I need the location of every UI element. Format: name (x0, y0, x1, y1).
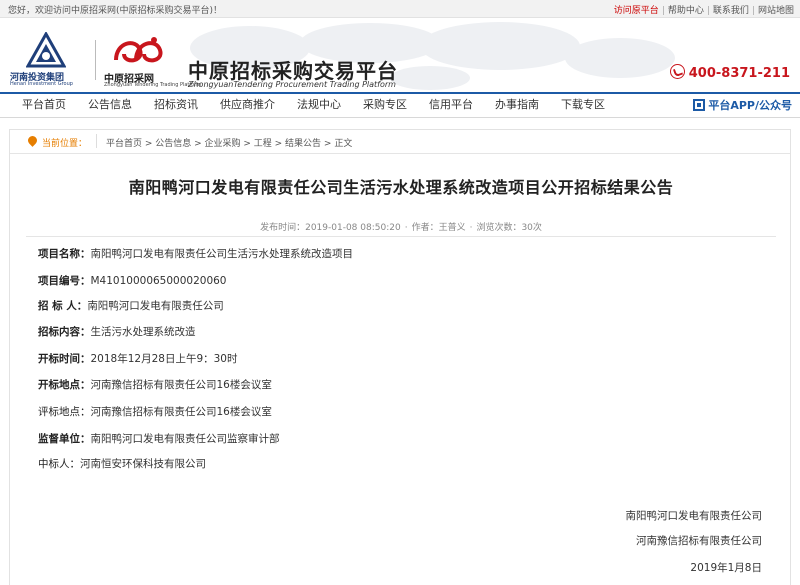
welcome-text: 您好，欢迎访问中原招采网(中原招标采购交易平台)！ (8, 6, 223, 16)
field-project-number: 项目编号：M4101000065000020060 (38, 275, 227, 287)
field-supervisor: 监督单位：南阳鸭河口发电有限责任公司监察审计部 (38, 433, 280, 445)
link-visit-original[interactable]: 访问原平台 (614, 6, 659, 16)
link-sitemap[interactable]: 网站地图 (758, 6, 794, 16)
article-container: 当前位置： 平台首页 > 公告信息 > 企业采购 > 工程 > 结果公告 > 正… (9, 129, 791, 585)
app-link[interactable]: 平台APP/公众号 (693, 97, 792, 113)
breadcrumb-path[interactable]: 平台首页 > 公告信息 > 企业采购 > 工程 > 结果公告 > 正文 (106, 136, 352, 149)
field-evaluation-location: 评标地点：河南豫信招标有限责任公司16楼会议室 (38, 406, 272, 418)
signature-agency: 河南豫信招标有限责任公司 (636, 535, 762, 547)
field-project-name: 项目名称：南阳鸭河口发电有限责任公司生活污水处理系统改造项目 (38, 248, 353, 260)
site-subtitle: ZhongyuanTendering Procurement Trading P… (188, 80, 396, 89)
nav-downloads[interactable]: 下载专区 (550, 94, 616, 117)
phone-icon (669, 64, 685, 79)
top-links: 访问原平台 | 帮助中心 | 联系我们 | 网站地图 (613, 6, 794, 16)
field-bid-opening-location: 开标地点：河南豫信招标有限责任公司16楼会议室 (38, 379, 272, 391)
breadcrumb: 当前位置： 平台首页 > 公告信息 > 企业采购 > 工程 > 结果公告 > 正… (10, 130, 790, 154)
field-tender-content: 招标内容：生活污水处理系统改造 (38, 326, 196, 338)
signature-date: 2019年1月8日 (690, 562, 762, 574)
zhongyuan-swirl-icon (114, 37, 163, 63)
article-meta: 发布时间：2019-01-08 08:50:20 · 作者：王普义 · 浏览次数：30次 (260, 223, 542, 233)
app-label: 平台APP/公众号 (708, 99, 792, 112)
nav-home[interactable]: 平台首页 (0, 94, 77, 117)
field-bid-opening-time: 开标时间：2018年12月28日上午9：30时 (38, 353, 238, 365)
henan-investment-logo[interactable]: 河南投资集团 Henan Investment Group (8, 32, 88, 90)
qr-code-icon (693, 99, 706, 111)
meta-divider (26, 236, 776, 237)
publish-time: 发布时间：2019-01-08 08:50:20 (260, 223, 401, 233)
nav-credit-platform[interactable]: 信用平台 (418, 94, 484, 117)
hotline: 400-8371-211 (669, 64, 790, 81)
nav-announcements[interactable]: 公告信息 (77, 94, 143, 117)
article-title: 南阳鸭河口发电有限责任公司生活污水处理系统改造项目公开招标结果公告 (128, 178, 674, 197)
location-pin-icon (26, 134, 39, 147)
nav-guide[interactable]: 办事指南 (484, 94, 550, 117)
zhongyuan-zhaocai-logo[interactable]: 中原招采网 Zhongyuan Tendering Trading Platfo… (100, 32, 201, 90)
view-count: 浏览次数：30次 (476, 223, 542, 233)
breadcrumb-divider (96, 134, 97, 148)
field-winning-bidder: 中标人：河南恒安环保科技有限公司 (38, 458, 206, 470)
hotline-number: 400-8371-211 (688, 66, 790, 81)
logo2-sub: Zhongyuan Tendering Trading Platform (104, 82, 202, 88)
logo1-sub: Henan Investment Group (10, 81, 73, 87)
nav-regulations[interactable]: 法规中心 (286, 94, 352, 117)
breadcrumb-label: 当前位置： (42, 139, 88, 149)
link-contact-us[interactable]: 联系我们 (713, 6, 749, 16)
field-tenderer: 招 标 人：南阳鸭河口发电有限责任公司 (38, 300, 224, 312)
nav-procurement-zone[interactable]: 采购专区 (352, 94, 418, 117)
logo-divider (95, 40, 96, 80)
link-help-center[interactable]: 帮助中心 (668, 6, 704, 16)
nav-tender-news[interactable]: 招标资讯 (143, 94, 209, 117)
henan-investment-emblem-icon (26, 32, 66, 68)
nav-supplier-promotion[interactable]: 供应商推介 (209, 94, 286, 117)
signature-tenderer: 南阳鸭河口发电有限责任公司 (625, 510, 763, 522)
author: 作者：王普义 (411, 223, 466, 233)
site-header: 河南投资集团 Henan Investment Group 中原招采网 Zhon… (0, 18, 800, 92)
main-nav: 平台首页 公告信息 招标资讯 供应商推介 法规中心 采购专区 信用平台 办事指南… (0, 92, 800, 118)
top-bar: 您好，欢迎访问中原招采网(中原招标采购交易平台)！ 访问原平台 | 帮助中心 | 联系我… (0, 0, 800, 18)
